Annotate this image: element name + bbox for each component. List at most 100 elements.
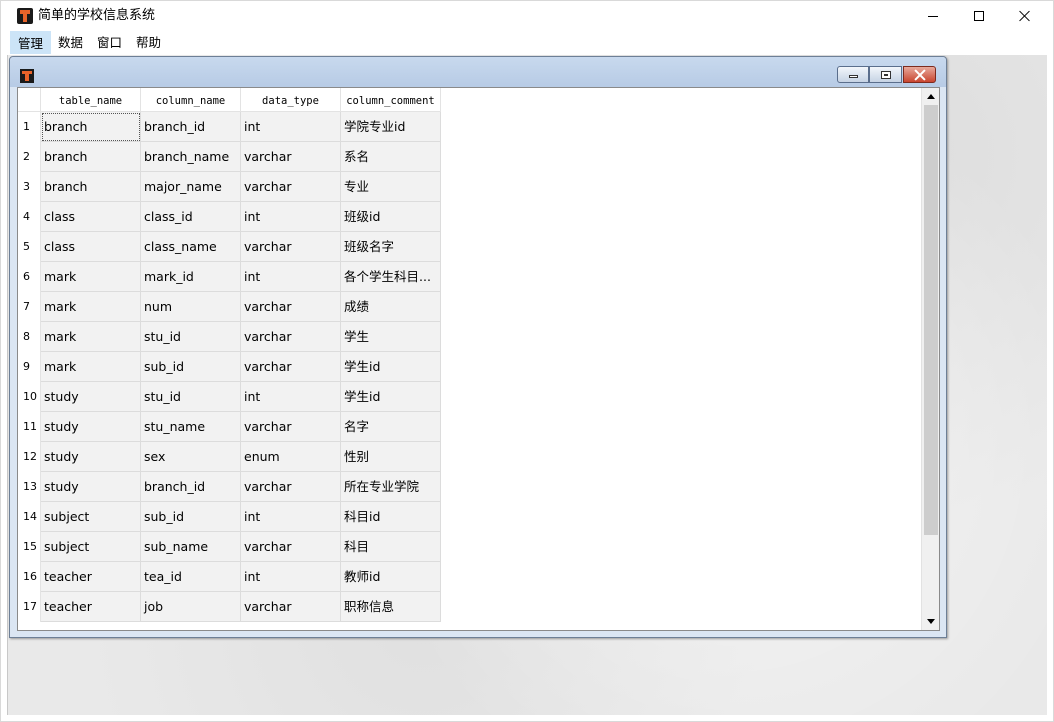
row-number[interactable]: 8 — [18, 322, 41, 352]
table-corner[interactable] — [18, 88, 41, 112]
cell-column-name[interactable]: job — [141, 592, 241, 622]
table-row[interactable]: 2 branch branch_name varchar 系名 — [18, 142, 441, 172]
cell-data-type[interactable]: varchar — [241, 142, 341, 172]
cell-column-comment[interactable]: 学院专业id — [341, 112, 441, 142]
cell-data-type[interactable]: int — [241, 562, 341, 592]
cell-column-name[interactable]: tea_id — [141, 562, 241, 592]
title-bar[interactable]: 简单的学校信息系统 — [1, 1, 1053, 31]
row-number[interactable]: 14 — [18, 502, 41, 532]
cell-column-comment[interactable]: 各个学生科目... — [341, 262, 441, 292]
cell-table-name[interactable]: teacher — [41, 592, 141, 622]
cell-column-name[interactable]: mark_id — [141, 262, 241, 292]
cell-column-name[interactable]: sex — [141, 442, 241, 472]
cell-data-type[interactable]: varchar — [241, 232, 341, 262]
menu-manage[interactable]: 管理 — [10, 31, 52, 54]
cell-data-type[interactable]: varchar — [241, 592, 341, 622]
cell-column-name[interactable]: branch_id — [141, 112, 241, 142]
cell-column-comment[interactable]: 系名 — [341, 142, 441, 172]
cell-column-comment[interactable]: 科目id — [341, 502, 441, 532]
cell-data-type[interactable]: int — [241, 262, 341, 292]
column-header-table-name[interactable]: table_name — [41, 88, 141, 112]
cell-table-name[interactable]: class — [41, 232, 141, 262]
table-row[interactable]: 10 study stu_id int 学生id — [18, 382, 441, 412]
cell-table-name[interactable]: subject — [41, 532, 141, 562]
table-row[interactable]: 5 class class_name varchar 班级名字 — [18, 232, 441, 262]
table-row[interactable]: 14 subject sub_id int 科目id — [18, 502, 441, 532]
column-header-data-type[interactable]: data_type — [241, 88, 341, 112]
cell-column-comment[interactable]: 名字 — [341, 412, 441, 442]
cell-column-name[interactable]: stu_id — [141, 322, 241, 352]
child-restore-button[interactable] — [869, 66, 902, 83]
row-number[interactable]: 4 — [18, 202, 41, 232]
cell-table-name[interactable]: branch — [41, 112, 141, 142]
cell-column-comment[interactable]: 班级名字 — [341, 232, 441, 262]
cell-column-comment[interactable]: 教师id — [341, 562, 441, 592]
row-number[interactable]: 9 — [18, 352, 41, 382]
cell-column-name[interactable]: stu_id — [141, 382, 241, 412]
scroll-up-button[interactable] — [922, 88, 939, 105]
row-number[interactable]: 2 — [18, 142, 41, 172]
minimize-button[interactable] — [910, 1, 956, 31]
cell-data-type[interactable]: varchar — [241, 532, 341, 562]
menu-help[interactable]: 帮助 — [129, 31, 168, 54]
cell-column-comment[interactable]: 班级id — [341, 202, 441, 232]
row-number[interactable]: 5 — [18, 232, 41, 262]
cell-table-name[interactable]: study — [41, 472, 141, 502]
child-close-button[interactable] — [903, 66, 936, 83]
table-row[interactable]: 9 mark sub_id varchar 学生id — [18, 352, 441, 382]
row-number[interactable]: 15 — [18, 532, 41, 562]
cell-table-name[interactable]: study — [41, 412, 141, 442]
cell-table-name[interactable]: class — [41, 202, 141, 232]
table-row[interactable]: 17 teacher job varchar 职称信息 — [18, 592, 441, 622]
cell-column-name[interactable]: sub_id — [141, 352, 241, 382]
cell-data-type[interactable]: enum — [241, 442, 341, 472]
close-button[interactable] — [1002, 1, 1048, 31]
cell-data-type[interactable]: int — [241, 112, 341, 142]
vertical-scrollbar[interactable] — [921, 88, 939, 630]
cell-table-name[interactable]: study — [41, 382, 141, 412]
row-number[interactable]: 12 — [18, 442, 41, 472]
menu-data[interactable]: 数据 — [51, 31, 90, 54]
table-row[interactable]: 7 mark num varchar 成绩 — [18, 292, 441, 322]
cell-data-type[interactable]: int — [241, 382, 341, 412]
cell-column-name[interactable]: sub_id — [141, 502, 241, 532]
cell-table-name[interactable]: mark — [41, 322, 141, 352]
cell-table-name[interactable]: branch — [41, 142, 141, 172]
cell-column-name[interactable]: num — [141, 292, 241, 322]
cell-column-name[interactable]: class_name — [141, 232, 241, 262]
table-row[interactable]: 12 study sex enum 性别 — [18, 442, 441, 472]
table-row[interactable]: 11 study stu_name varchar 名字 — [18, 412, 441, 442]
cell-table-name[interactable]: branch — [41, 172, 141, 202]
scrollbar-thumb[interactable] — [924, 105, 938, 535]
cell-data-type[interactable]: varchar — [241, 292, 341, 322]
cell-column-comment[interactable]: 性别 — [341, 442, 441, 472]
table-row[interactable]: 1 branch branch_id int 学院专业id — [18, 112, 441, 142]
cell-table-name[interactable]: teacher — [41, 562, 141, 592]
cell-data-type[interactable]: varchar — [241, 472, 341, 502]
cell-column-comment[interactable]: 学生id — [341, 382, 441, 412]
cell-column-comment[interactable]: 学生 — [341, 322, 441, 352]
column-header-column-name[interactable]: column_name — [141, 88, 241, 112]
row-number[interactable]: 10 — [18, 382, 41, 412]
menu-window[interactable]: 窗口 — [90, 31, 129, 54]
cell-column-name[interactable]: branch_id — [141, 472, 241, 502]
cell-table-name[interactable]: study — [41, 442, 141, 472]
row-number[interactable]: 16 — [18, 562, 41, 592]
cell-data-type[interactable]: varchar — [241, 352, 341, 382]
table-row[interactable]: 6 mark mark_id int 各个学生科目... — [18, 262, 441, 292]
cell-column-comment[interactable]: 专业 — [341, 172, 441, 202]
cell-data-type[interactable]: int — [241, 502, 341, 532]
cell-column-name[interactable]: stu_name — [141, 412, 241, 442]
cell-column-name[interactable]: major_name — [141, 172, 241, 202]
cell-column-name[interactable]: class_id — [141, 202, 241, 232]
cell-column-comment[interactable]: 成绩 — [341, 292, 441, 322]
row-number[interactable]: 3 — [18, 172, 41, 202]
cell-table-name[interactable]: mark — [41, 292, 141, 322]
row-number[interactable]: 17 — [18, 592, 41, 622]
table-row[interactable]: 8 mark stu_id varchar 学生 — [18, 322, 441, 352]
row-number[interactable]: 1 — [18, 112, 41, 142]
cell-table-name[interactable]: mark — [41, 262, 141, 292]
row-number[interactable]: 6 — [18, 262, 41, 292]
cell-data-type[interactable]: int — [241, 202, 341, 232]
table-row[interactable]: 4 class class_id int 班级id — [18, 202, 441, 232]
